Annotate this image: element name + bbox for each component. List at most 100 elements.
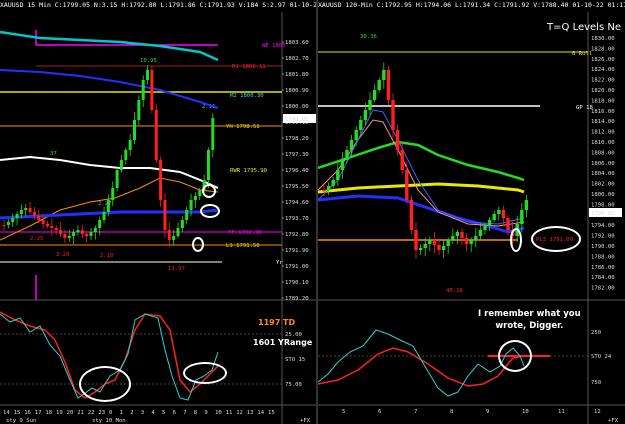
candle <box>524 200 529 210</box>
candle <box>50 226 54 228</box>
sto-axis-tick: 250 <box>591 330 601 336</box>
candle <box>409 200 414 230</box>
yrange-label: 1601 YRange <box>253 338 313 347</box>
price-axis-tick: 1798.20 <box>285 136 309 142</box>
price-axis-tick: 1797.30 <box>285 152 309 158</box>
candle <box>326 186 331 190</box>
price-axis-tick: 1830.00 <box>591 36 615 42</box>
candle <box>386 70 391 100</box>
candle <box>446 240 450 246</box>
candle <box>93 228 97 232</box>
chart-120min-panel[interactable]: XAUUSD 120-Min C:1792.95 H:1794.06 L:179… <box>318 0 625 424</box>
price-axis-tick: 1795.50 <box>285 184 309 190</box>
candle <box>359 120 363 130</box>
moving-average-cyan <box>0 30 219 62</box>
candle <box>193 196 197 200</box>
candle <box>501 210 506 218</box>
annotation-circle <box>202 184 216 198</box>
level-label-we: WE 1805 <box>262 43 286 49</box>
time-axis-tick: 9 <box>486 409 489 415</box>
current-price-label: 1799.05 <box>591 211 615 217</box>
moving-average-blue <box>0 69 219 109</box>
sto-label: STO 15 <box>285 357 305 363</box>
candle <box>437 245 441 250</box>
chart-header: XAUUSD 15 Min C:1799.05 N:3.15 H:1792.80… <box>0 0 316 11</box>
candle <box>63 234 67 238</box>
candle <box>185 210 189 220</box>
candle <box>133 120 136 140</box>
level-label: 40.18 <box>446 288 463 294</box>
candle <box>432 240 437 245</box>
candle <box>19 210 23 214</box>
sto-axis-tick: 750 <box>591 380 601 386</box>
time-axis-tick: 11 <box>226 410 233 416</box>
candle <box>336 170 340 180</box>
level-label: 2.10 <box>100 253 113 259</box>
time-axis-tick: 20 <box>67 410 74 416</box>
candle <box>340 160 345 170</box>
time-axis-tick: 9 <box>204 410 207 416</box>
stochastic-main <box>318 329 525 397</box>
stochastic-signal <box>318 347 525 387</box>
candle <box>46 224 49 226</box>
level-label-yh: YH 1798.51 <box>226 124 260 130</box>
candle <box>159 160 163 200</box>
level-label: 11.97 <box>168 266 185 272</box>
price-axis-tick: 1800.90 <box>285 88 309 94</box>
price-axis-tick: 1800.00 <box>285 104 309 110</box>
candle <box>354 130 358 140</box>
level-label-l3: L3 1791.50 <box>226 243 260 249</box>
candle <box>32 212 36 216</box>
price-axis-tick: 1824.00 <box>591 67 615 73</box>
time-axis-tick: 10 <box>522 409 529 415</box>
candle <box>163 200 167 230</box>
annotation-circle <box>79 366 131 402</box>
price-axis-tick: 1798.00 <box>591 202 615 208</box>
candle <box>423 244 427 248</box>
candle <box>6 222 10 225</box>
time-axis-tick: 16 <box>24 410 31 416</box>
candle <box>89 232 93 236</box>
candle <box>206 150 210 180</box>
price-axis-tick: 1801.80 <box>285 72 309 78</box>
candle <box>54 228 58 230</box>
candle <box>372 90 377 100</box>
price-axis-tick: 1791.00 <box>285 264 309 270</box>
time-axis-tick: 23 <box>98 410 105 416</box>
price-chart-120min[interactable]: 1830.00 1828.00 1826.00 1824.00 1822.00 1820.… <box>318 0 625 424</box>
level-label: 2.25 <box>30 236 43 242</box>
candle <box>400 150 404 170</box>
price-axis-tick: 1808.00 <box>591 150 615 156</box>
price-chart-15min[interactable]: 1803.60 1802.70 1801.80 1800.90 1800.00 1799.… <box>0 0 316 424</box>
candle <box>172 236 176 240</box>
time-axis-tick: 14 <box>257 410 264 416</box>
level-label: 3.20 <box>56 252 69 258</box>
annotation-circle <box>510 228 522 252</box>
candle <box>150 70 154 110</box>
time-axis-tick: 19 <box>56 410 63 416</box>
time-axis-tick: 5 <box>342 409 345 415</box>
candle <box>451 236 455 240</box>
sto-axis-tick: 75.00 <box>285 382 302 388</box>
level-label: Yr <box>276 260 283 266</box>
candle <box>368 100 372 110</box>
price-axis-tick: 1814.00 <box>591 119 615 125</box>
candle <box>80 230 84 234</box>
candle <box>106 200 110 212</box>
candle <box>189 200 193 210</box>
price-axis-tick: 1786.00 <box>591 265 615 271</box>
time-axis-tick: 17 <box>35 410 42 416</box>
level-label-rwr: RWR 1795.90 <box>230 168 267 174</box>
chart-15min-panel[interactable]: XAUUSD 15 Min C:1799.05 N:3.15 H:1792.80… <box>0 0 316 424</box>
candle <box>154 110 158 160</box>
candle <box>24 208 28 210</box>
candle <box>180 220 184 228</box>
time-axis-tick: 0 <box>109 410 112 416</box>
candle <box>102 212 106 220</box>
annotation-note: I remember what you wrote, Digger. <box>478 308 581 332</box>
levels-title: T=Q Levels Ne <box>547 22 621 33</box>
candle <box>506 218 510 230</box>
candle <box>322 190 326 191</box>
candle <box>98 220 102 228</box>
price-axis-tick: 1789.20 <box>285 296 309 302</box>
